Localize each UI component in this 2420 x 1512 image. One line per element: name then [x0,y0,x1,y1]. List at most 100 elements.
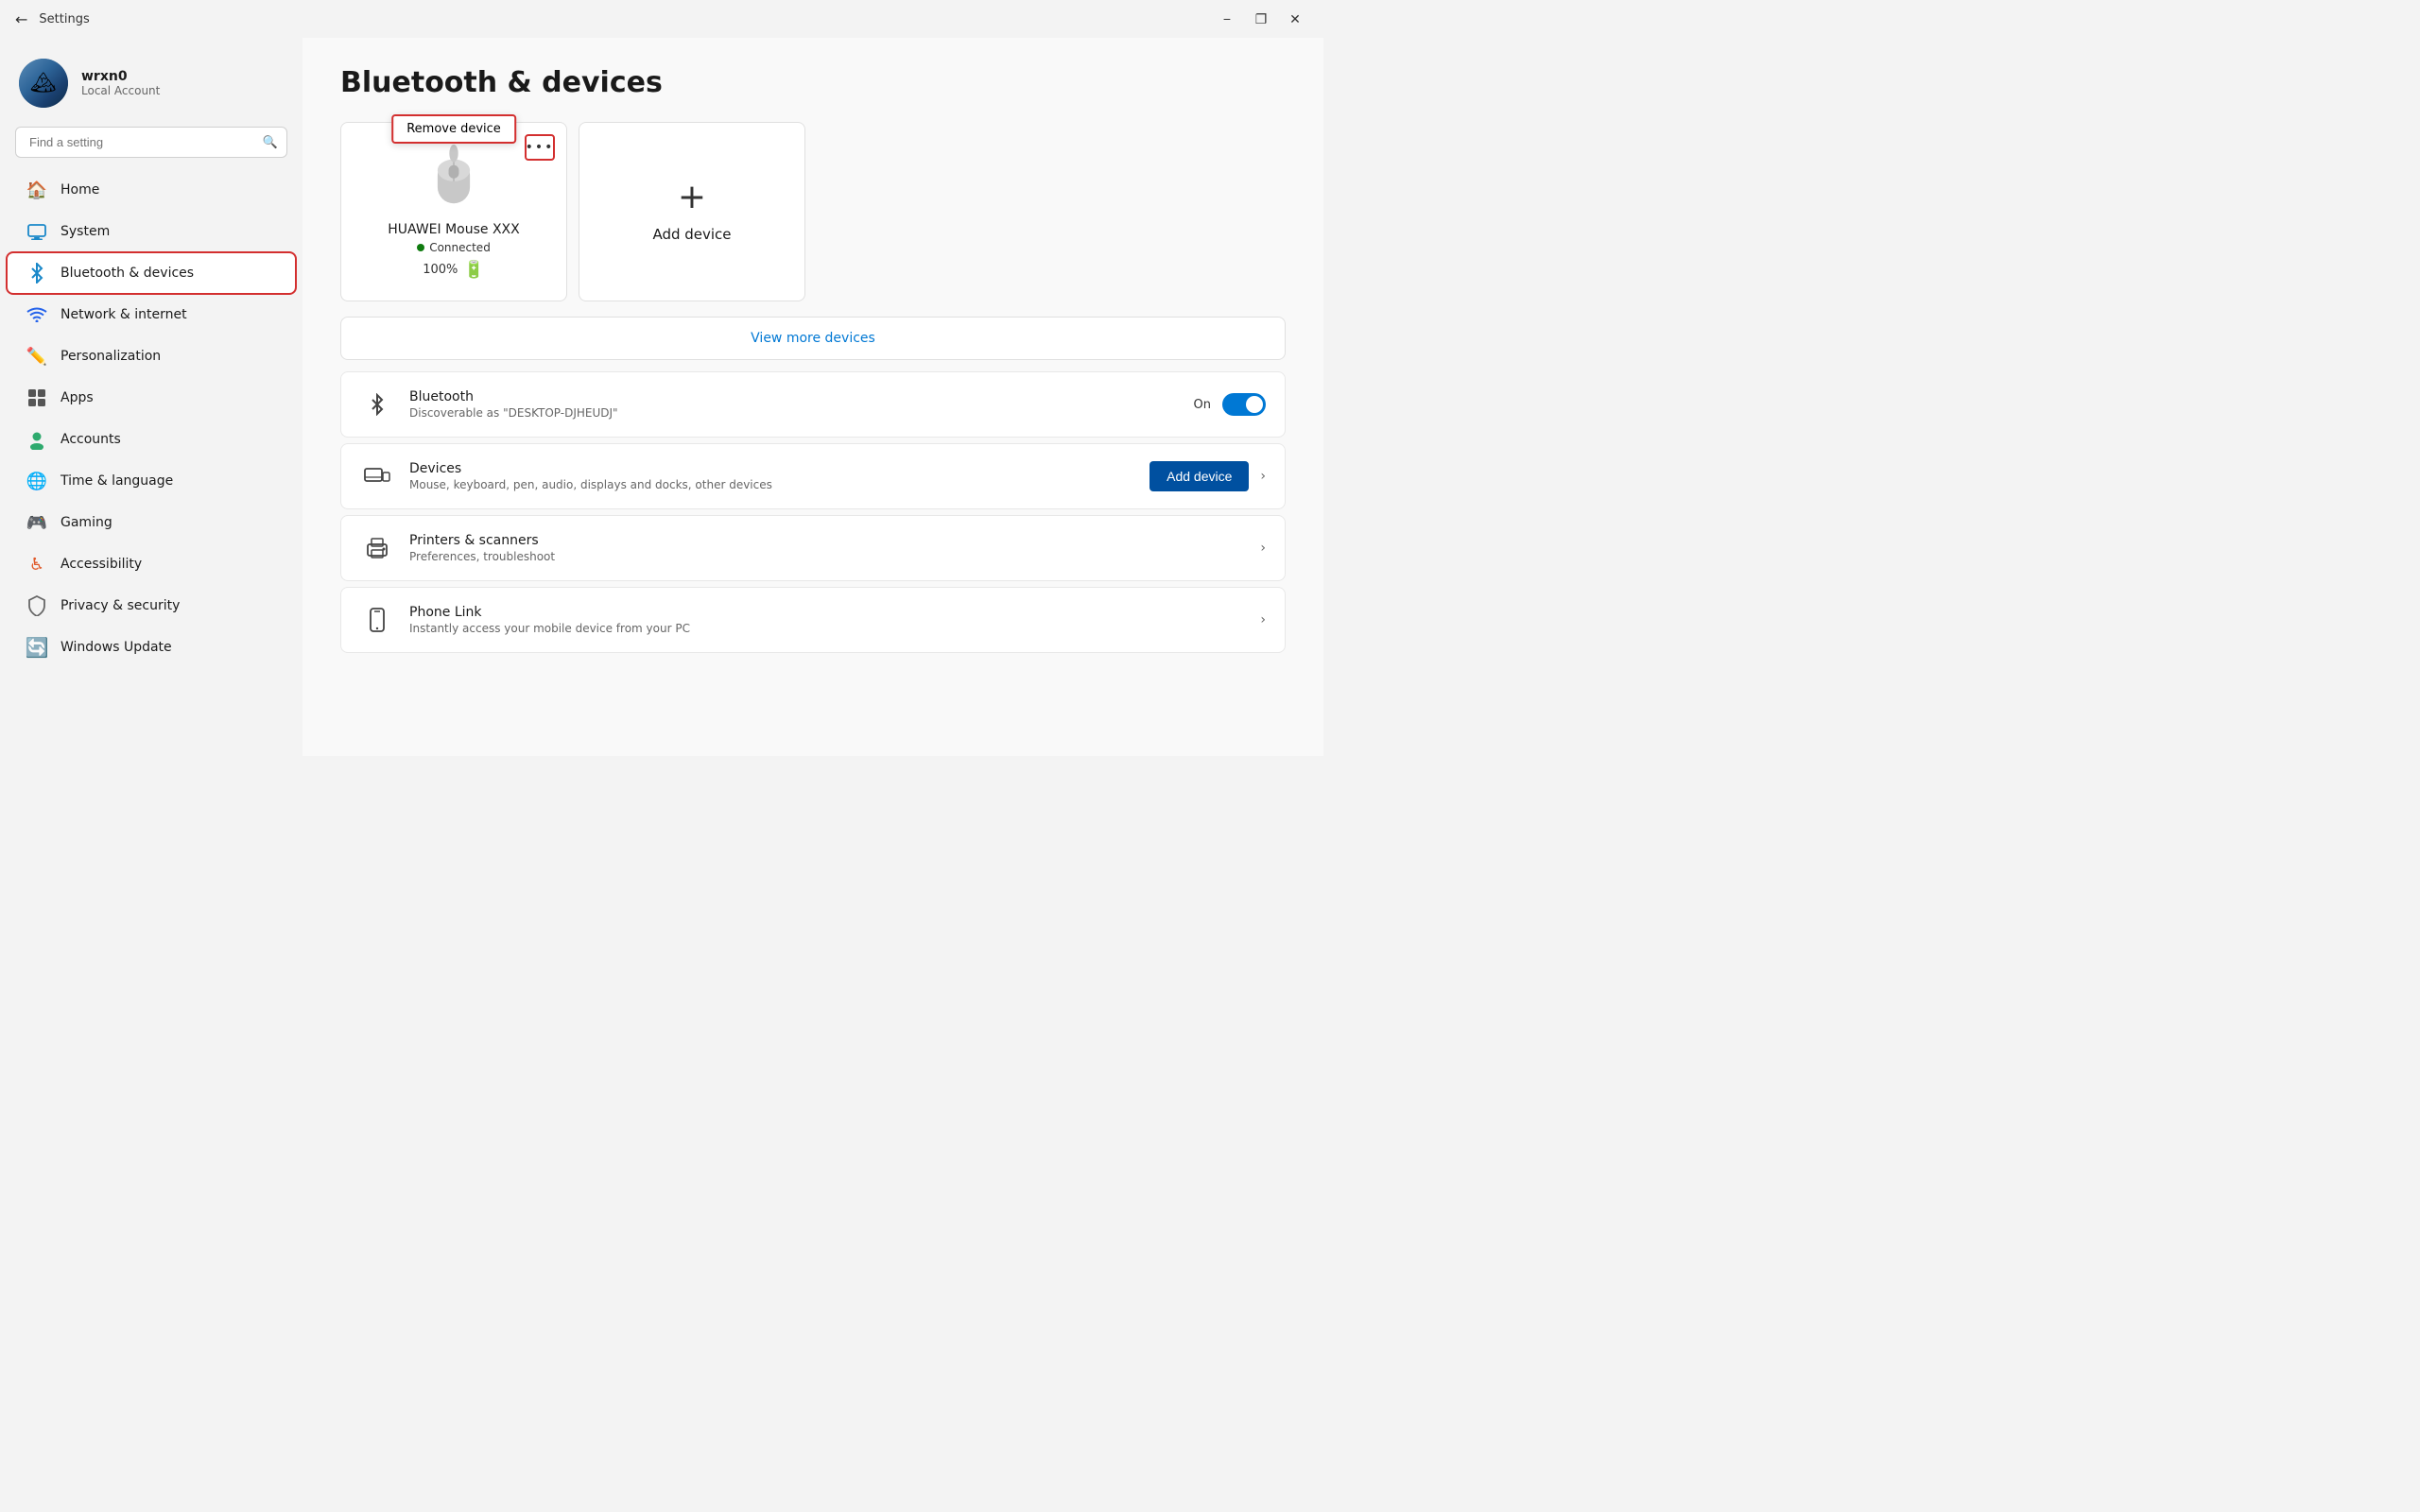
sidebar: wrxn0 Local Account 🔍 🏠 Home System Blue… [0,38,302,756]
page-title: Bluetooth & devices [340,66,1286,99]
sidebar-item-time-label: Time & language [60,473,173,489]
sidebar-item-gaming[interactable]: 🎮 Gaming [8,503,295,542]
sidebar-item-privacy-label: Privacy & security [60,598,180,613]
minimize-button[interactable]: − [1214,6,1240,32]
printers-chevron: › [1260,541,1266,556]
sidebar-item-system-label: System [60,224,110,239]
system-icon [26,221,47,242]
sidebar-item-update-label: Windows Update [60,640,172,655]
sidebar-item-privacy[interactable]: Privacy & security [8,586,295,626]
remove-device-label: Remove device [406,122,501,136]
user-info: wrxn0 Local Account [81,69,160,97]
sidebar-item-personalization-label: Personalization [60,349,161,364]
user-section: wrxn0 Local Account [0,49,302,127]
phone-link-subtitle: Instantly access your mobile device from… [409,622,1260,635]
printers-row-icon [360,531,394,565]
sidebar-item-update[interactable]: 🔄 Windows Update [8,627,295,667]
title-bar-left: ← Settings [15,10,90,28]
sidebar-item-apps[interactable]: Apps [8,378,295,418]
title-bar: ← Settings − ❐ ✕ [0,0,1323,38]
sidebar-item-network-label: Network & internet [60,307,187,322]
sidebar-item-home-label: Home [60,182,99,198]
restore-button[interactable]: ❐ [1248,6,1274,32]
title-bar-title: Settings [39,12,89,26]
devices-row-subtitle: Mouse, keyboard, pen, audio, displays an… [409,478,1150,491]
phone-link-title: Phone Link [409,605,1260,620]
printers-row-right: › [1260,541,1266,556]
sidebar-item-gaming-label: Gaming [60,515,112,530]
time-icon: 🌐 [26,471,47,491]
phone-link-row-text: Phone Link Instantly access your mobile … [409,605,1260,635]
accounts-icon [26,429,47,450]
devices-row-icon [360,459,394,493]
bluetooth-toggle-wrap: On [1194,393,1266,416]
apps-icon [26,387,47,408]
sidebar-item-network[interactable]: Network & internet [8,295,295,335]
device-battery: 100% 🔋 [423,260,485,280]
sidebar-item-personalization[interactable]: ✏️ Personalization [8,336,295,376]
close-button[interactable]: ✕ [1282,6,1308,32]
sidebar-item-accounts-label: Accounts [60,432,121,447]
home-icon: 🏠 [26,180,47,200]
printers-row[interactable]: Printers & scanners Preferences, trouble… [340,515,1286,581]
remove-device-popup[interactable]: Remove device [391,114,516,144]
battery-icon: 🔋 [463,260,484,280]
search-box: 🔍 [15,127,287,158]
devices-row: Remove device ••• HUAWEI Mouse XXX [340,122,1286,301]
personalization-icon: ✏️ [26,346,47,367]
bluetooth-row[interactable]: Bluetooth Discoverable as "DESKTOP-DJHEU… [340,371,1286,438]
gaming-icon: 🎮 [26,512,47,533]
sidebar-item-home[interactable]: 🏠 Home [8,170,295,210]
bluetooth-icon [26,263,47,284]
sidebar-item-time[interactable]: 🌐 Time & language [8,461,295,501]
menu-dots: ••• [526,140,555,155]
devices-row-text: Devices Mouse, keyboard, pen, audio, dis… [409,461,1150,491]
status-dot [417,244,424,251]
device-card-wrapper: Remove device ••• HUAWEI Mouse XXX [340,122,567,301]
add-device-button[interactable]: Add device [1150,461,1249,491]
user-name: wrxn0 [81,69,160,84]
main-content: Bluetooth & devices Remove device ••• [302,38,1323,756]
devices-chevron: › [1260,469,1266,484]
sidebar-item-system[interactable]: System [8,212,295,251]
search-icon: 🔍 [263,135,278,149]
view-more-button[interactable]: View more devices [340,317,1286,360]
device-name: HUAWEI Mouse XXX [388,222,520,237]
back-icon[interactable]: ← [15,10,27,28]
app-container: wrxn0 Local Account 🔍 🏠 Home System Blue… [0,38,1323,756]
title-bar-controls: − ❐ ✕ [1214,6,1308,32]
add-device-label: Add device [652,226,731,243]
device-status: Connected [417,241,491,254]
printers-row-subtitle: Preferences, troubleshoot [409,550,1260,563]
update-icon: 🔄 [26,637,47,658]
devices-settings-row[interactable]: Devices Mouse, keyboard, pen, audio, dis… [340,443,1286,509]
mouse-icon [430,145,477,211]
printers-row-title: Printers & scanners [409,533,1260,548]
bluetooth-row-text: Bluetooth Discoverable as "DESKTOP-DJHEU… [409,389,1194,420]
sidebar-item-bluetooth[interactable]: Bluetooth & devices [8,253,295,293]
device-menu-button[interactable]: ••• [525,134,555,161]
device-card-mouse: ••• HUAWEI Mouse XXX Connected [340,122,567,301]
privacy-icon [26,595,47,616]
printers-row-text: Printers & scanners Preferences, trouble… [409,533,1260,563]
phone-link-chevron: › [1260,612,1266,627]
phone-link-icon [360,603,394,637]
add-plus-icon: + [678,180,706,215]
toggle-label: On [1194,398,1211,412]
sidebar-item-apps-label: Apps [60,390,94,405]
search-input[interactable] [15,127,287,158]
devices-row-title: Devices [409,461,1150,476]
phone-link-right: › [1260,612,1266,627]
bluetooth-toggle[interactable] [1222,393,1266,416]
avatar-image [19,59,68,108]
avatar[interactable] [19,59,68,108]
sidebar-item-accessibility[interactable]: ♿ Accessibility [8,544,295,584]
view-more-label: View more devices [751,331,875,346]
sidebar-item-accessibility-label: Accessibility [60,557,142,572]
sidebar-item-bluetooth-label: Bluetooth & devices [60,266,194,281]
battery-percent: 100% [423,263,458,277]
phone-link-row[interactable]: Phone Link Instantly access your mobile … [340,587,1286,653]
network-icon [26,304,47,325]
add-device-card[interactable]: + Add device [579,122,805,301]
sidebar-item-accounts[interactable]: Accounts [8,420,295,459]
